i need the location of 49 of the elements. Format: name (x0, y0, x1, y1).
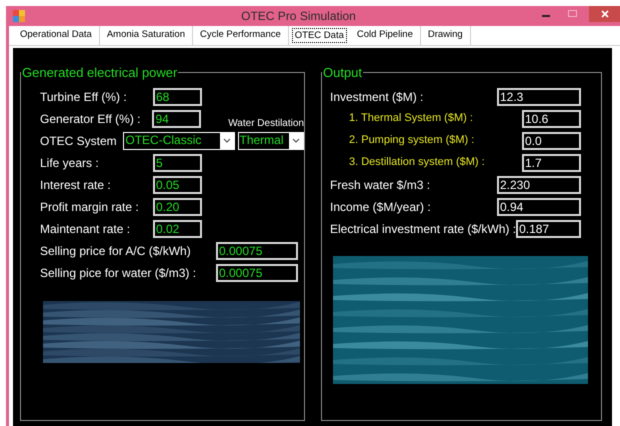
field-label: 1. Thermal System ($M) : (349, 111, 473, 126)
input-field[interactable]: 0.187 (516, 220, 581, 238)
input-field[interactable]: 0.05 (153, 176, 202, 194)
field-label: Profit margin rate : (40, 198, 140, 216)
tab[interactable]: Cold Pipeline (350, 26, 421, 45)
input-field[interactable]: 2.230 (497, 176, 581, 194)
input-field[interactable]: 0.0 (522, 132, 581, 150)
input-field[interactable]: 10.6 (522, 110, 581, 128)
field-label: Generator Eff (%) : (40, 110, 142, 128)
field-label: Life years : (40, 154, 100, 172)
field-label: 2. Pumping system ($M) : (349, 133, 474, 148)
minimize-icon[interactable] (542, 14, 550, 18)
field-label: Electrical investment rate ($/kWh) : (330, 220, 516, 238)
input-field[interactable]: 68 (153, 88, 202, 106)
input-field[interactable]: 12.3 (497, 88, 581, 106)
caret-icon (292, 138, 300, 142)
tab[interactable]: Operational Data (13, 26, 100, 45)
close-icon (600, 10, 608, 18)
field-label: Selling pice for water ($/m3) : (40, 264, 198, 282)
field-label: Selling price for A/C ($/kWh) (40, 242, 192, 260)
input-field[interactable]: 94 (152, 110, 202, 128)
field-label: Water Destilation (228, 117, 304, 131)
field-label: Fresh water $/m3 : (330, 176, 430, 194)
field-label: OTEC System (40, 132, 118, 150)
group-title: Generated electrical power (21, 64, 178, 82)
caret-icon (223, 138, 230, 142)
dropdown[interactable]: Thermal (238, 132, 304, 150)
input-field[interactable]: 0.00075 (216, 242, 298, 260)
tab[interactable]: OTEC Data (292, 28, 347, 43)
window-title: OTEC Pro Simulation (241, 8, 356, 25)
field-label: Income ($M/year) : (330, 198, 431, 216)
field-label: Maintenant rate : (40, 220, 132, 238)
close-button[interactable] (589, 6, 620, 22)
group-title: Output (322, 64, 364, 82)
field-label: Investment ($M) : (330, 88, 424, 106)
input-field[interactable]: 1.7 (522, 154, 581, 172)
tab[interactable]: Amonia Saturation (100, 26, 193, 45)
field-label: Turbine Eff (%) : (40, 88, 128, 106)
input-field[interactable]: 0.02 (153, 220, 202, 238)
field-label: 3. Destillation system ($M) : (349, 155, 485, 170)
tab[interactable]: Cycle Performance (193, 26, 289, 45)
input-field[interactable]: 0.00075 (216, 264, 298, 282)
tab[interactable]: Drawing (420, 26, 471, 45)
dropdown[interactable]: OTEC-Classic (123, 132, 235, 150)
input-field[interactable]: 0.94 (497, 198, 581, 216)
field-label: Interest rate : (40, 176, 112, 194)
input-field[interactable]: 0.20 (153, 198, 202, 216)
app-icon (13, 10, 25, 22)
input-field[interactable]: 5 (153, 154, 202, 172)
